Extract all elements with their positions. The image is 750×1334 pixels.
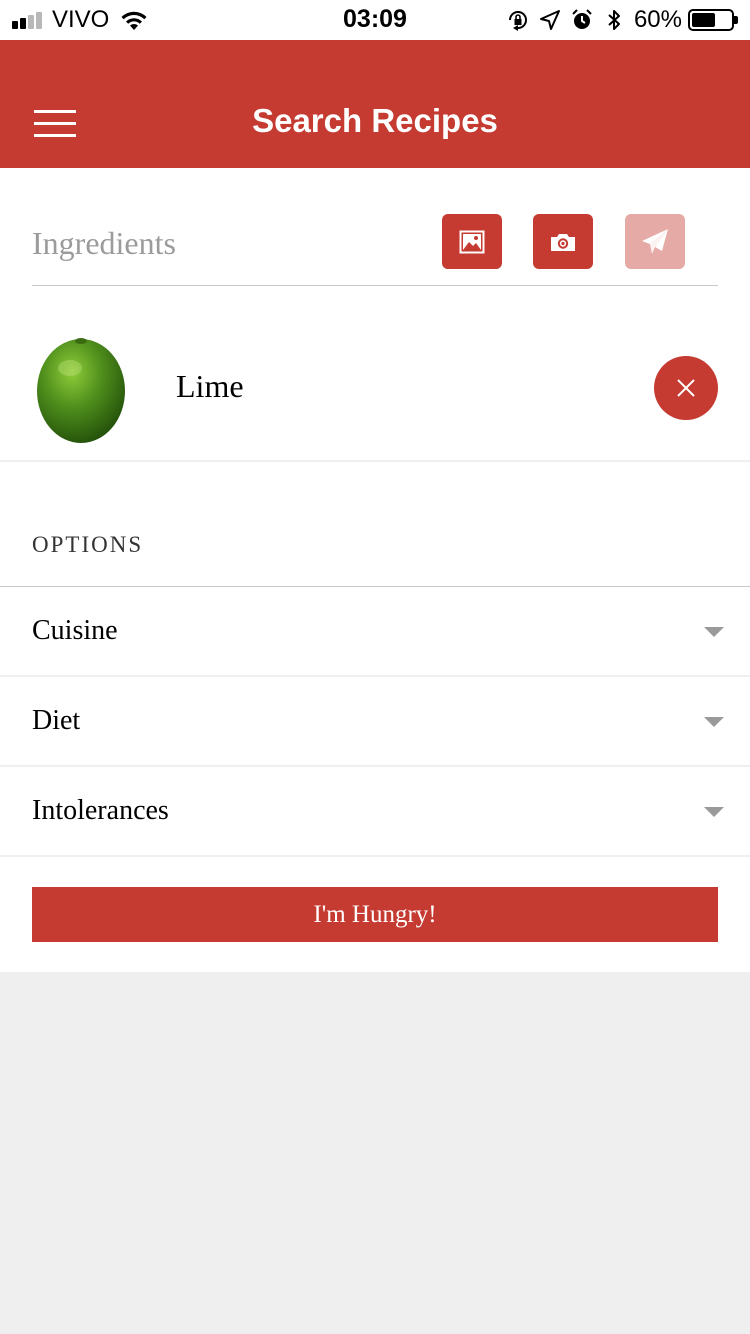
option-label: Diet xyxy=(32,705,81,736)
option-cuisine[interactable]: Cuisine xyxy=(0,587,750,677)
carrier-name: VIVO xyxy=(52,6,110,33)
alarm-clock-icon xyxy=(572,9,592,29)
page-title: Search Recipes xyxy=(252,102,498,139)
ingredient-list-item: Lime xyxy=(0,320,750,462)
send-button[interactable] xyxy=(625,214,685,269)
im-hungry-button[interactable]: I'm Hungry! xyxy=(32,887,718,942)
remove-ingredient-button[interactable] xyxy=(654,356,718,420)
battery-nub xyxy=(734,16,738,24)
chevron-down-icon xyxy=(704,807,724,817)
main-content: Lime OPTIONS Cuisine Diet Intolerances I… xyxy=(0,168,750,972)
camera-icon xyxy=(551,233,575,251)
location-arrow-icon xyxy=(539,10,560,30)
gallery-button[interactable] xyxy=(442,214,502,269)
ingredients-input[interactable] xyxy=(32,220,412,266)
status-bar: VIVO 03:09 60% xyxy=(0,0,750,40)
image-icon xyxy=(459,230,485,253)
orientation-lock-icon xyxy=(508,11,527,31)
battery-icon xyxy=(688,9,738,31)
options-heading: OPTIONS xyxy=(32,532,144,557)
lime-image xyxy=(37,338,125,443)
option-intolerances[interactable]: Intolerances xyxy=(0,767,750,857)
ingredient-name: Lime xyxy=(176,368,244,404)
option-diet[interactable]: Diet xyxy=(0,677,750,767)
battery-fill xyxy=(692,13,715,27)
ingredients-search-row xyxy=(32,214,718,286)
chevron-down-icon xyxy=(704,717,724,727)
status-bar-left: VIVO xyxy=(12,6,149,34)
chevron-down-icon xyxy=(704,627,724,637)
bluetooth-icon xyxy=(608,10,620,30)
wifi-icon xyxy=(121,11,147,30)
close-icon xyxy=(677,379,695,397)
paper-plane-icon xyxy=(642,228,668,254)
battery-percent: 60% xyxy=(633,6,682,33)
status-bar-right: 60% xyxy=(498,6,738,34)
option-label: Cuisine xyxy=(32,615,118,646)
camera-button[interactable] xyxy=(533,214,593,269)
option-label: Intolerances xyxy=(32,795,169,826)
signal-icon xyxy=(12,11,44,29)
options-list: Cuisine Diet Intolerances xyxy=(0,586,750,857)
app-header: Search Recipes xyxy=(0,40,750,168)
